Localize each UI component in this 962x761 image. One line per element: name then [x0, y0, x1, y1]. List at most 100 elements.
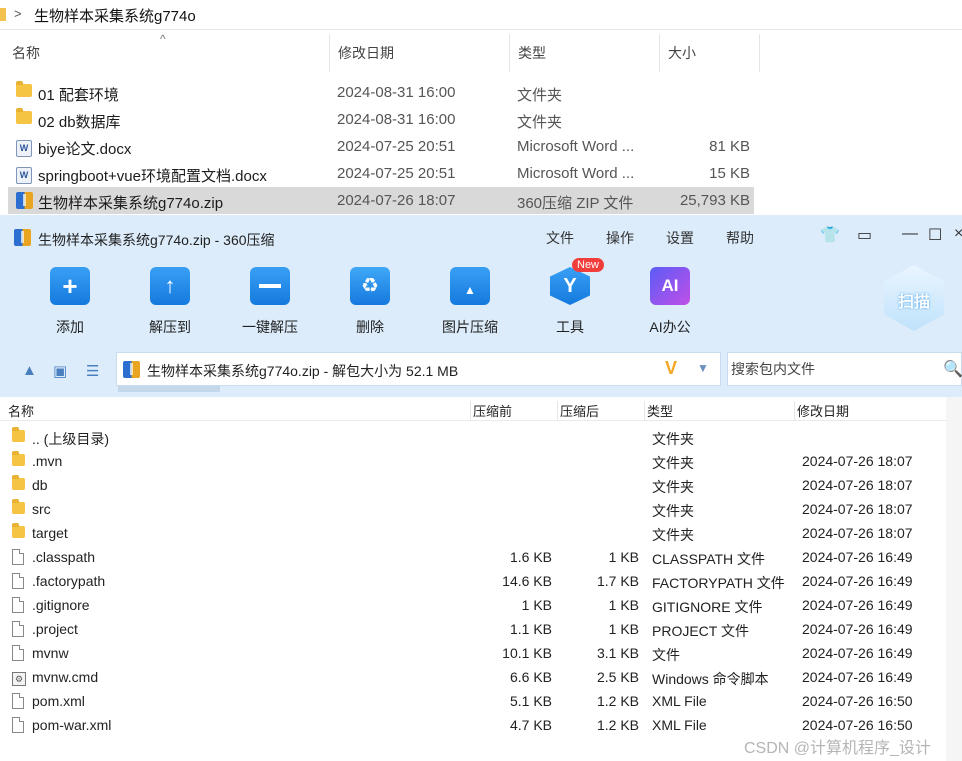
up-directory-icon[interactable]: ▲ — [22, 362, 37, 379]
one-click-extract-icon — [250, 267, 290, 305]
title-bar[interactable]: 生物样本采集系统g774o.zip - 360压缩 文件 操作 设置 帮助 👕 … — [0, 215, 962, 255]
compressed-size: 1 KB — [608, 621, 639, 637]
file-name: db — [32, 477, 48, 493]
column-size[interactable]: 大小 — [660, 34, 760, 72]
menu-settings[interactable]: 设置 — [666, 228, 694, 248]
menu-help[interactable]: 帮助 — [726, 228, 754, 248]
compressed-size: 3.1 KB — [596, 645, 639, 661]
file-date: 2024-08-31 16:00 — [337, 111, 456, 128]
extract-to-button[interactable]: 解压到 — [125, 261, 215, 343]
zip-icon — [16, 192, 33, 213]
file-type: 文件夹 — [652, 503, 694, 519]
column-type[interactable]: 类型 — [510, 34, 660, 72]
file-name: .classpath — [32, 549, 96, 565]
file-icon — [12, 597, 24, 616]
explorer-column-header: ^ 名称 修改日期 类型 大小 — [0, 32, 760, 72]
thumbnail-view-icon[interactable]: ▣ — [53, 362, 67, 380]
add-button[interactable]: 添加 — [25, 261, 115, 343]
search-input[interactable] — [728, 353, 928, 385]
minimize-icon[interactable]: — — [902, 225, 918, 243]
address-path[interactable]: 生物样本采集系统g774o — [34, 5, 196, 26]
column-type[interactable]: 类型 — [644, 401, 794, 421]
folder-icon — [16, 81, 32, 101]
archive-file-row[interactable]: target 文件夹 2024-07-26 18:07 — [0, 521, 946, 545]
column-date[interactable]: 修改日期 — [330, 34, 510, 72]
tools-button[interactable]: 工具 — [525, 261, 615, 343]
feedback-icon[interactable]: ▭ — [857, 225, 872, 245]
file-name: .. (上级目录) — [32, 431, 109, 447]
delete-button[interactable]: 删除 — [325, 261, 415, 343]
search-box[interactable]: 🔍 — [727, 352, 962, 386]
archive-file-row[interactable]: .classpath 1.6 KB 1 KB CLASSPATH 文件 2024-07-… — [0, 545, 946, 569]
archive-file-row[interactable]: .factorypath 14.6 KB 1.7 KB FACTORYPATH 文件 2… — [0, 569, 946, 593]
column-name[interactable]: 名称 — [4, 34, 330, 72]
archive-file-row[interactable]: .gitignore 1 KB 1 KB GITIGNORE 文件 2024-07-26… — [0, 593, 946, 617]
chevron-down-icon[interactable]: ▼ — [697, 361, 709, 375]
word-doc-icon: W — [16, 138, 32, 157]
folder-icon — [12, 523, 25, 541]
archive-file-row[interactable]: mvnw 10.1 KB 3.1 KB 文件 2024-07-26 16:49 — [0, 641, 946, 665]
horizontal-scroll-indicator[interactable] — [118, 386, 220, 392]
search-icon[interactable]: 🔍 — [943, 359, 962, 379]
file-type: Microsoft Word ... — [517, 138, 635, 155]
file-date: 2024-07-26 18:07 — [337, 192, 456, 209]
column-name[interactable]: 名称 — [6, 401, 470, 421]
chevron-right-icon[interactable]: > — [14, 6, 22, 21]
maximize-icon[interactable]: ☐ — [928, 225, 942, 245]
file-size: 81 KB — [709, 138, 750, 155]
column-modified[interactable]: 修改日期 — [794, 401, 946, 421]
column-packed-size[interactable]: 压缩前 — [470, 401, 557, 421]
file-type: PROJECT 文件 — [652, 623, 749, 639]
file-type: 文件夹 — [652, 431, 694, 447]
archive-file-row[interactable]: .project 1.1 KB 1 KB PROJECT 文件 2024-07-26 1… — [0, 617, 946, 641]
file-icon — [12, 573, 24, 592]
archive-path-box[interactable]: 生物样本采集系统g774o.zip - 解包大小为 52.1 MB V ▼ — [116, 352, 721, 386]
app-zip-icon — [14, 229, 31, 251]
explorer-row[interactable]: 01 配套环境 2024-08-31 16:00 文件夹 — [8, 79, 754, 106]
archive-file-row[interactable]: .mvn 文件夹 2024-07-26 18:07 — [0, 449, 946, 473]
packed-size: 5.1 KB — [509, 693, 552, 709]
compressed-size: 1.2 KB — [596, 717, 639, 733]
compressed-size: 2.5 KB — [596, 669, 639, 685]
ai-office-button[interactable]: AI办公 — [625, 261, 715, 343]
modified-date: 2024-07-26 16:49 — [802, 669, 913, 685]
modified-date: 2024-07-26 16:49 — [802, 621, 913, 637]
close-icon[interactable]: × — [954, 225, 962, 243]
menu-file[interactable]: 文件 — [546, 228, 574, 248]
file-explorer: > 生物样本采集系统g774o ^ 名称 修改日期 类型 大小 01 配套环境 … — [0, 0, 962, 215]
file-name: pom-war.xml — [32, 717, 112, 733]
file-name: .mvn — [32, 453, 63, 469]
image-compress-button[interactable]: 图片压缩 — [425, 261, 515, 343]
file-name: target — [32, 525, 68, 541]
archive-file-row[interactable]: src 文件夹 2024-07-26 18:07 — [0, 497, 946, 521]
explorer-row[interactable]: W springboot+vue环境配置文档.docx 2024-07-25 2… — [8, 160, 754, 187]
menu-operate[interactable]: 操作 — [606, 228, 634, 248]
v-logo-icon[interactable]: V — [665, 358, 677, 379]
file-type: XML File — [652, 693, 707, 709]
archive-file-row[interactable]: db 文件夹 2024-07-26 18:07 — [0, 473, 946, 497]
folder-icon — [16, 108, 32, 128]
modified-date: 2024-07-26 16:49 — [802, 573, 913, 589]
file-type: Microsoft Word ... — [517, 165, 635, 182]
column-compressed-size[interactable]: 压缩后 — [557, 401, 644, 421]
file-date: 2024-07-25 20:51 — [337, 165, 456, 182]
zip-icon — [123, 361, 140, 378]
packed-size: 1.1 KB — [509, 621, 552, 637]
archive-file-row[interactable]: ⚙ mvnw.cmd 6.6 KB 2.5 KB Windows 命令脚本 2024-07… — [0, 665, 946, 689]
scan-button[interactable]: 扫描 — [884, 265, 944, 331]
archive-file-row[interactable]: pom.xml 5.1 KB 1.2 KB XML File 2024-07-26 16… — [0, 689, 946, 713]
one-click-extract-button[interactable]: 一键解压 — [225, 261, 315, 343]
archive-window: 生物样本采集系统g774o.zip - 360压缩 文件 操作 设置 帮助 👕 … — [0, 215, 962, 761]
file-size: 25,793 KB — [679, 192, 750, 209]
address-bar[interactable]: > 生物样本采集系统g774o — [0, 0, 962, 30]
modified-date: 2024-07-26 18:07 — [802, 477, 913, 493]
list-view-icon[interactable]: ☰ — [86, 362, 99, 380]
file-name: 生物样本采集系统g774o.zip — [38, 195, 224, 212]
explorer-row[interactable]: W biye论文.docx 2024-07-25 20:51 Microsoft… — [8, 133, 754, 160]
vertical-scrollbar[interactable] — [946, 397, 962, 761]
explorer-row[interactable]: 02 db数据库 2024-08-31 16:00 文件夹 — [8, 106, 754, 133]
archive-file-row[interactable]: .. (上级目录) 文件夹 — [0, 425, 946, 449]
skin-icon[interactable]: 👕 — [820, 225, 840, 245]
explorer-row-selected[interactable]: 生物样本采集系统g774o.zip 2024-07-26 18:07 360压缩… — [8, 187, 754, 214]
file-icon — [12, 621, 24, 640]
